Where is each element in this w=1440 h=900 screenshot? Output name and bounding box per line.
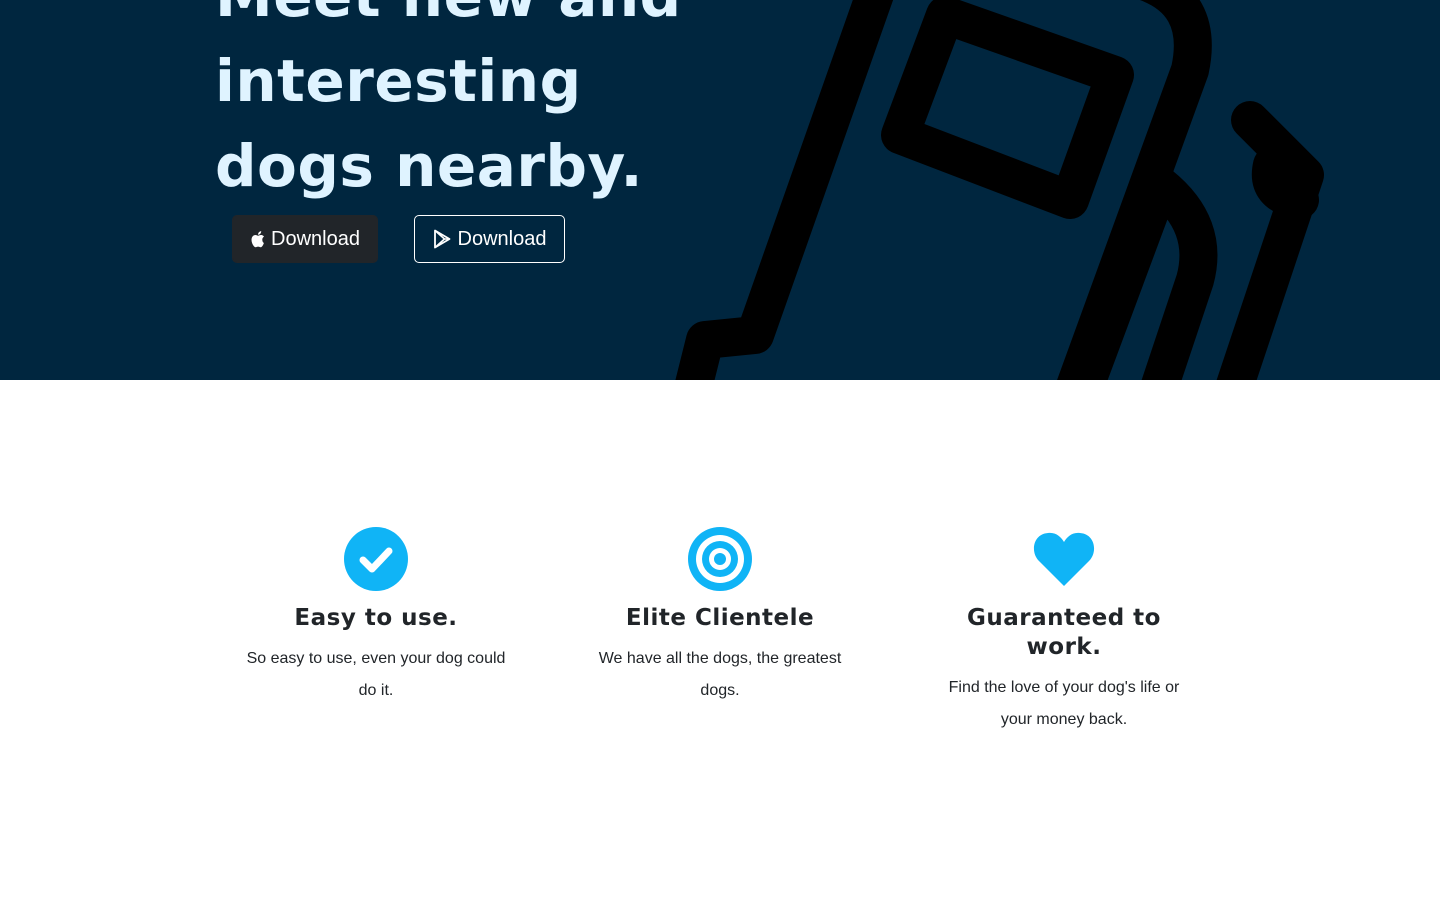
feature-text: So easy to use, even your dog could do i… xyxy=(246,650,506,699)
feature-text: Find the love of your dog's life or your… xyxy=(948,679,1180,728)
google-play-download-button[interactable]: Download xyxy=(414,215,565,263)
app-store-button-label: Download xyxy=(271,227,360,250)
headline-line-3: dogs nearby. xyxy=(215,132,644,200)
hero-headline: Meet new and interesting dogs nearby. xyxy=(215,0,775,209)
feature-title: Easy to use. xyxy=(294,605,458,631)
apple-icon xyxy=(251,231,265,248)
app-store-download-button[interactable]: Download xyxy=(232,215,378,263)
feature-title: Elite Clientele xyxy=(625,605,815,631)
feature-guaranteed: Guaranteed to work. Find the love of you… xyxy=(934,526,1194,736)
feature-elite-clientele: Elite Clientele We have all the dogs, th… xyxy=(590,526,850,707)
feature-title: Guaranteed to work. xyxy=(967,605,1161,660)
bullseye-icon xyxy=(688,527,752,591)
google-play-icon xyxy=(433,229,450,249)
check-circle-icon xyxy=(344,527,408,591)
feature-easy-to-use: Easy to use. So easy to use, even your d… xyxy=(246,526,506,707)
hero-section: Meet new and interesting dogs nearby. Do… xyxy=(0,0,1440,380)
feature-text: We have all the dogs, the greatest dogs. xyxy=(598,650,842,699)
headline-line-2: interesting xyxy=(215,47,582,115)
heart-icon xyxy=(1033,532,1095,586)
headline-line-1: Meet new and xyxy=(215,0,775,39)
google-play-button-label: Download xyxy=(457,227,547,250)
